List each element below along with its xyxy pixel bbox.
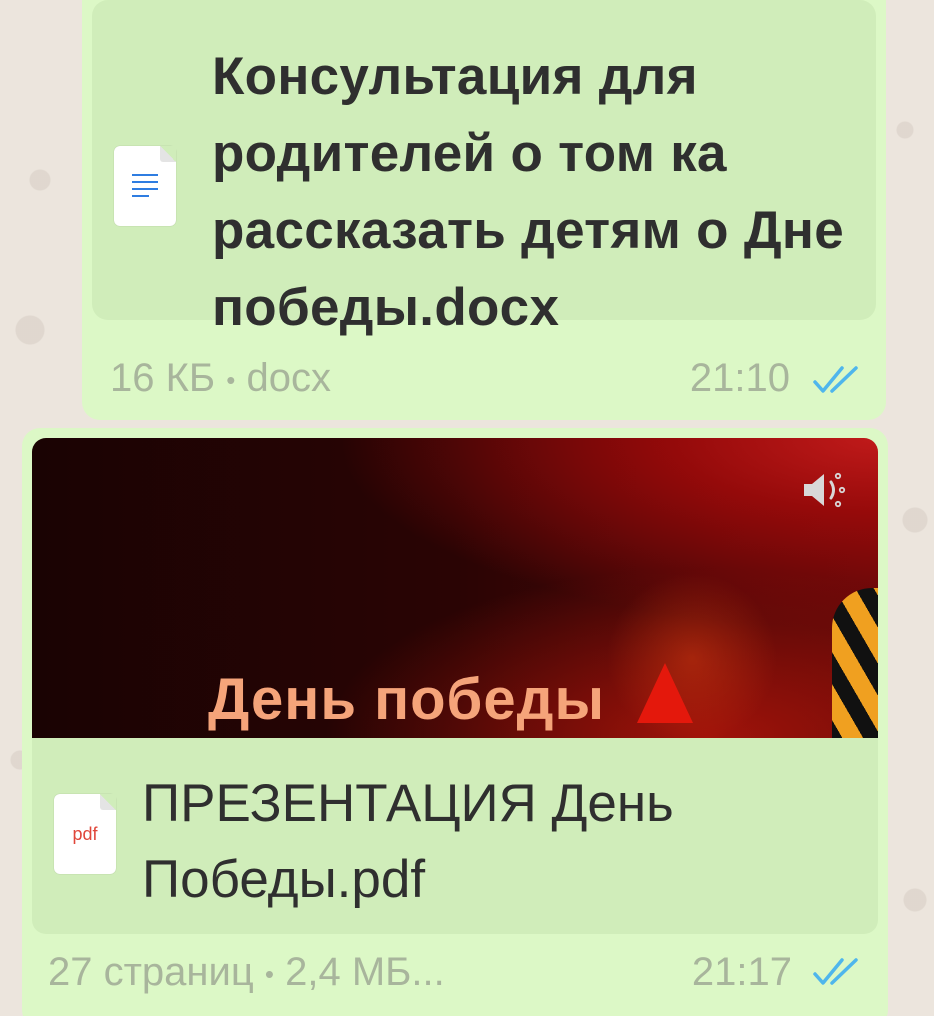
message-bubble-pdf[interactable]: День победы pdf ПРЕЗЕНТАЦИЯ День Победы.…: [22, 428, 888, 1016]
message-time: 21:10: [689, 356, 790, 400]
document-meta: 16 КБ • docx: [110, 356, 331, 401]
document-meta: 27 страниц • 2,4 МБ...: [48, 950, 445, 995]
file-size: 2,4 МБ...: [285, 950, 445, 994]
read-double-check-icon: [813, 958, 858, 985]
file-size: 16 КБ: [110, 356, 216, 400]
document-attachment[interactable]: Консультация для родителей о том ка расс…: [92, 0, 876, 337]
red-star-shape: [637, 663, 693, 723]
document-attachment[interactable]: pdf ПРЕЗЕНТАЦИЯ День Победы.pdf: [32, 738, 878, 934]
pdf-icon-label: pdf: [72, 824, 98, 844]
file-extension: docx: [246, 356, 332, 400]
st-george-ribbon-shape: [832, 588, 878, 738]
message-time: 21:17: [691, 950, 792, 994]
document-file-name: ПРЕЗЕНТАЦИЯ День Победы.pdf: [142, 774, 674, 909]
message-bubble-docx[interactable]: Консультация для родителей о том ка расс…: [82, 0, 886, 420]
pdf-file-icon: pdf: [54, 794, 116, 874]
document-file-name: Консультация для родителей о том ка расс…: [212, 47, 845, 337]
meta-separator: •: [226, 364, 236, 395]
pdf-preview-image[interactable]: День победы: [32, 438, 878, 738]
read-double-check-icon: [813, 366, 858, 393]
page-count: 27 страниц: [48, 950, 254, 994]
meta-separator: •: [264, 958, 274, 989]
docx-file-icon: [114, 146, 176, 226]
speaker-icon: [804, 472, 846, 508]
preview-title: День победы: [208, 667, 605, 732]
